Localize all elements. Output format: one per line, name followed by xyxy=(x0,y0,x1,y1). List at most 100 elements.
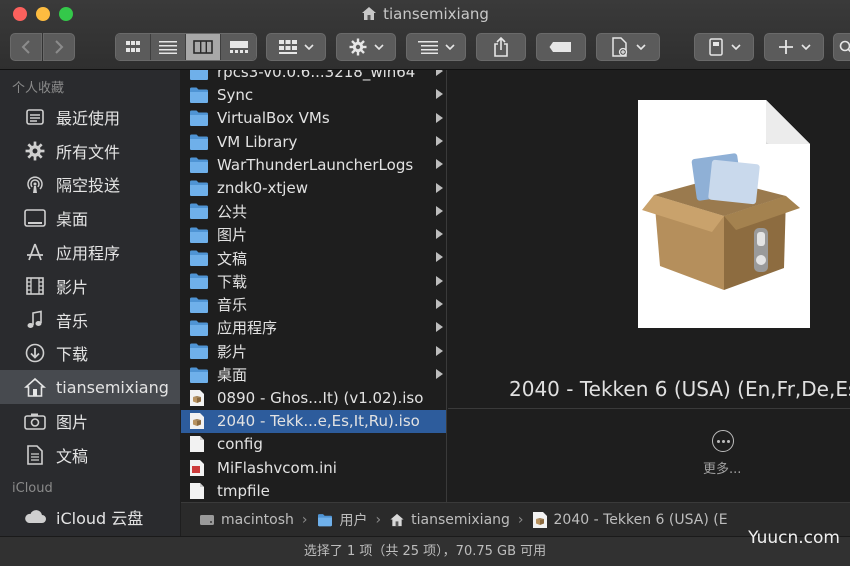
disclosure-arrow-icon xyxy=(436,182,443,193)
file-row[interactable]: MiFlashvcom.ini xyxy=(181,456,446,479)
sidebar-item-label: 图片 xyxy=(56,413,89,433)
new-file-icon xyxy=(611,37,627,57)
folder-row[interactable]: VM Library xyxy=(181,130,446,153)
eject-menu-button[interactable] xyxy=(694,33,754,61)
file-row[interactable]: config xyxy=(181,433,446,456)
folder-row[interactable]: 公共 xyxy=(181,200,446,223)
folder-icon xyxy=(189,342,209,360)
sidebar-item-8[interactable]: tiansemixiang xyxy=(0,370,180,405)
folder-icon xyxy=(189,249,209,267)
cloud-icon xyxy=(24,506,46,528)
finder-window: tiansemixiang 个人收藏 最近使用 所有文件 隔空投送 桌面 应用程… xyxy=(0,0,850,566)
sidebar-item-0[interactable]: 最近使用 xyxy=(0,100,180,134)
folder-row[interactable]: rpcs3-v0.0.6...3218_win64 xyxy=(181,70,446,83)
new-document-button[interactable] xyxy=(596,33,660,61)
folder-row[interactable]: VirtualBox VMs xyxy=(181,107,446,130)
add-button[interactable] xyxy=(764,33,824,61)
folder-icon xyxy=(189,133,209,151)
share-icon xyxy=(494,37,508,57)
folder-row[interactable]: 应用程序 xyxy=(181,316,446,339)
file-row[interactable]: 2040 - Tekk...e,Es,It,Ru).iso xyxy=(181,409,446,433)
recents-icon xyxy=(24,106,46,128)
gallery-view-button[interactable] xyxy=(221,34,256,60)
folder-row[interactable]: 影片 xyxy=(181,340,446,363)
folder-row[interactable]: 图片 xyxy=(181,223,446,246)
search-field[interactable] xyxy=(833,33,850,61)
path-crumb[interactable]: 用户 xyxy=(316,510,368,530)
folder-row[interactable]: 桌面 xyxy=(181,363,446,386)
folder-icon xyxy=(189,366,209,384)
arrange-button[interactable] xyxy=(406,33,466,61)
disclosure-arrow-icon xyxy=(436,112,443,123)
row-name: 影片 xyxy=(217,342,248,361)
folder-icon xyxy=(189,272,209,290)
sidebar-item-10[interactable]: 文稿 xyxy=(0,438,180,472)
folder-row[interactable]: Sync xyxy=(181,83,446,106)
folder-row[interactable]: WarThunderLauncherLogs xyxy=(181,153,446,176)
sidebar-item-3[interactable]: 桌面 xyxy=(0,201,180,235)
path-separator-icon: › xyxy=(375,511,382,528)
archive-document-icon xyxy=(638,100,810,328)
grid-icon xyxy=(126,41,140,52)
folder-icon xyxy=(189,179,209,197)
disclosure-arrow-icon xyxy=(436,275,443,286)
back-button[interactable] xyxy=(10,33,42,61)
action-button[interactable] xyxy=(336,33,396,61)
disclosure-arrow-icon xyxy=(436,322,443,333)
share-button[interactable] xyxy=(476,33,526,61)
path-crumb[interactable]: macintosh xyxy=(199,512,294,528)
folder-row[interactable]: 文稿 xyxy=(181,246,446,269)
path-crumb[interactable]: 2040 - Tekken 6 (USA) (E xyxy=(532,511,728,529)
disclosure-arrow-icon xyxy=(436,89,443,100)
search-icon xyxy=(839,40,850,53)
watermark: Yuucn.com xyxy=(748,528,840,548)
sidebar-item-label: 下载 xyxy=(56,345,89,365)
chevron-down-icon xyxy=(303,44,314,50)
sidebar-item-9[interactable]: 图片 xyxy=(0,404,180,438)
more-icon[interactable] xyxy=(712,430,734,452)
disclosure-arrow-icon xyxy=(436,205,443,216)
tag-button[interactable] xyxy=(536,33,586,61)
row-name: config xyxy=(217,435,263,454)
group-button[interactable] xyxy=(266,33,326,61)
sidebar-item-label: 音乐 xyxy=(56,311,89,331)
group-grid-icon xyxy=(278,40,297,54)
path-crumb[interactable]: tiansemixiang xyxy=(389,512,510,528)
preview-file-name: 2040 - Tekken 6 (USA) (En,Fr,De,Es, xyxy=(509,377,850,401)
column-view-button[interactable] xyxy=(186,34,221,60)
sidebar-item-label: 最近使用 xyxy=(56,108,121,128)
sidebar-item-5[interactable]: 影片 xyxy=(0,269,180,303)
home-icon xyxy=(24,376,46,398)
sidebar-item-label: 影片 xyxy=(56,277,89,297)
sidebar-item-label: 文稿 xyxy=(56,446,89,466)
sidebar-item-label: 所有文件 xyxy=(56,142,121,162)
forward-button[interactable] xyxy=(43,33,75,61)
sidebar-item-4[interactable]: 应用程序 xyxy=(0,235,180,269)
icon-view-button[interactable] xyxy=(116,34,151,60)
folder-icon xyxy=(189,319,209,337)
folder-icon xyxy=(189,156,209,174)
sidebar-item-7[interactable]: 下载 xyxy=(0,337,180,371)
file-row[interactable]: tmpfile xyxy=(181,479,446,502)
row-name: 桌面 xyxy=(217,366,248,385)
row-name: Sync xyxy=(217,85,254,104)
sidebar-item-6[interactable]: 音乐 xyxy=(0,303,180,337)
list-view-button[interactable] xyxy=(151,34,186,60)
disclosure-arrow-icon xyxy=(436,252,443,263)
path-crumb-label: 用户 xyxy=(339,512,368,529)
sidebar-section-icloud: iCloud xyxy=(12,480,53,496)
sidebar-item-icloud-drive[interactable]: iCloud 云盘 xyxy=(0,500,180,534)
view-switcher xyxy=(115,33,257,61)
sidebar-item-label: iCloud 云盘 xyxy=(56,508,144,528)
file-column: rpcs3-v0.0.6...3218_win64 Sync VirtualBox … xyxy=(181,70,447,502)
folder-row[interactable]: 下载 xyxy=(181,270,446,293)
disclosure-arrow-icon xyxy=(436,368,443,379)
path-crumb-label: tiansemixiang xyxy=(411,511,510,528)
gear-icon xyxy=(24,140,46,162)
folder-row[interactable]: zndk0-xtjew xyxy=(181,177,446,200)
sidebar-item-2[interactable]: 隔空投送 xyxy=(0,168,180,202)
file-row[interactable]: 0890 - Ghos...It) (v1.02).iso xyxy=(181,386,446,409)
sidebar-item-1[interactable]: 所有文件 xyxy=(0,134,180,168)
folder-row[interactable]: 音乐 xyxy=(181,293,446,316)
more-button-label[interactable]: 更多... xyxy=(703,458,741,477)
